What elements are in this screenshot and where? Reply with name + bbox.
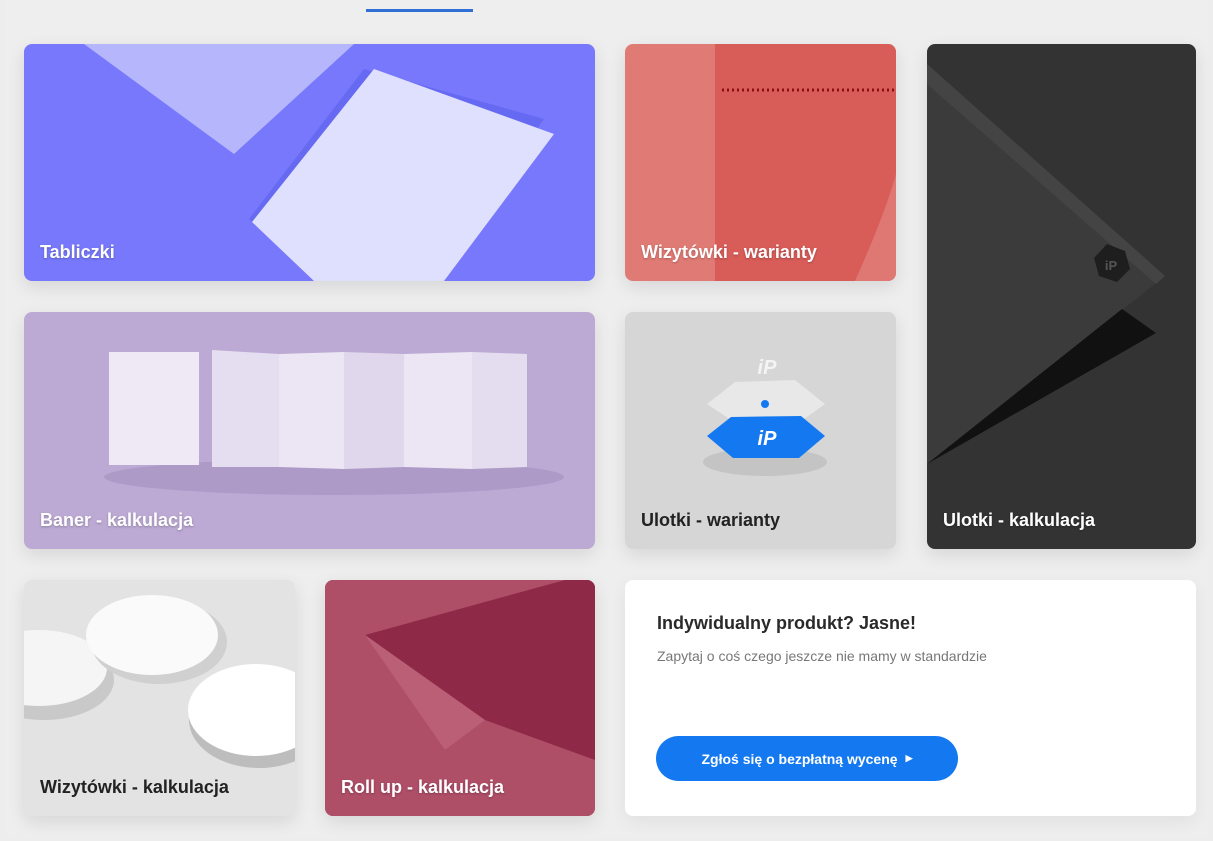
tile-ulotki-warianty[interactable]: iP iP Ulotki - warianty — [625, 312, 896, 549]
tile-ulotki-kalkulacja[interactable]: iP Ulotki - kalkulacja — [927, 44, 1196, 549]
svg-text:iP: iP — [1105, 258, 1118, 273]
tile-tabliczki[interactable]: Tabliczki — [24, 44, 595, 281]
promo-title: Indywidualny produkt? Jasne! — [657, 613, 917, 633]
tile-rollup-kalkulacja[interactable]: Roll up - kalkulacja — [325, 580, 595, 816]
play-arrow-icon: ▶ — [905, 753, 913, 763]
tile-label: Roll up - kalkulacja — [341, 777, 505, 797]
tile-label: Tabliczki — [40, 242, 115, 262]
custom-product-card: Indywidualny produkt? Jasne! Zapytaj o c… — [625, 580, 1196, 816]
tile-label: Ulotki - kalkulacja — [943, 510, 1096, 530]
tile-label: Ulotki - warianty — [641, 510, 781, 530]
svg-text:iP: iP — [758, 357, 778, 379]
tile-label: Wizytówki - warianty — [641, 242, 817, 262]
dark-folded-paper-illustration: iP — [927, 64, 1165, 464]
tile-baner-kalkulacja[interactable]: Baner - kalkulacja — [24, 312, 595, 549]
tile-wizytowki-warianty[interactable]: Wizytówki - warianty — [625, 44, 896, 281]
free-quote-button-label: Zgłoś się o bezpłatną wycenę — [701, 750, 898, 767]
active-tab-indicator — [366, 9, 473, 12]
tile-wizytowki-kalkulacja[interactable]: Wizytówki - kalkulacja — [24, 580, 295, 816]
free-quote-button[interactable]: Zgłoś się o bezpłatną wycenę ▶ — [656, 736, 958, 781]
tile-label: Baner - kalkulacja — [40, 510, 194, 530]
promo-subtitle: Zapytaj o coś czego jeszcze nie mamy w s… — [657, 648, 987, 664]
svg-text:iP: iP — [758, 428, 778, 450]
tile-label: Wizytówki - kalkulacja — [40, 777, 229, 797]
